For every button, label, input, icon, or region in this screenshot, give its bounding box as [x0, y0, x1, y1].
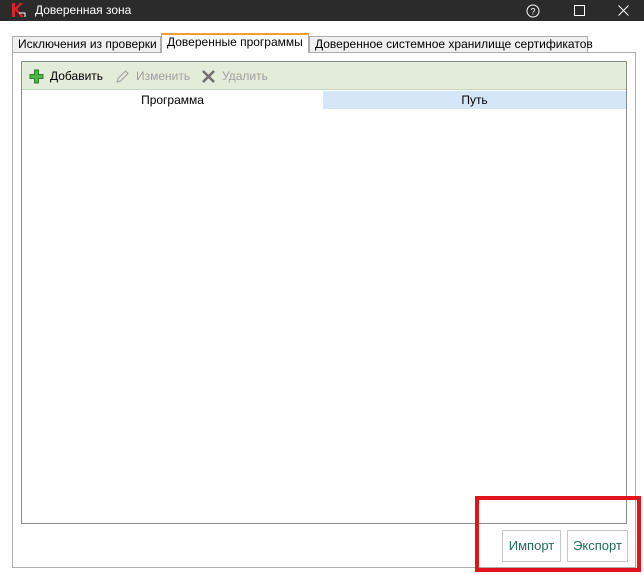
tab-trusted-certificate-store[interactable]: Доверенное системное хранилище сертифика… — [309, 36, 593, 52]
trusted-programs-list[interactable]: Добавить Изменить Удалить Программа Путь — [21, 61, 627, 524]
add-label: Добавить — [50, 69, 104, 83]
tab-scan-exclusions[interactable]: Исключения из проверки — [12, 36, 161, 52]
window-title: Доверенная зона — [35, 3, 132, 17]
add-button[interactable]: Добавить — [29, 67, 103, 85]
title-bar: Доверенная зона ? — [0, 0, 644, 21]
maximize-button[interactable] — [556, 0, 602, 21]
delete-button[interactable]: Удалить — [201, 67, 268, 85]
edit-button[interactable]: Изменить — [115, 67, 190, 85]
help-button[interactable]: ? — [510, 0, 556, 21]
close-button[interactable] — [602, 0, 644, 21]
delete-label: Удалить — [222, 69, 268, 83]
close-icon — [617, 5, 629, 16]
maximize-icon — [573, 5, 585, 16]
pencil-icon — [116, 69, 129, 83]
export-button[interactable]: Экспорт — [567, 530, 628, 562]
add-plus-icon — [29, 69, 44, 83]
svg-text:?: ? — [530, 6, 535, 16]
edit-label: Изменить — [136, 69, 191, 83]
tab-trusted-programs[interactable]: Доверенные программы — [161, 33, 309, 53]
list-toolbar: Добавить Изменить Удалить — [22, 62, 626, 90]
column-header-path[interactable]: Путь — [323, 91, 626, 109]
column-header-program[interactable]: Программа — [22, 91, 323, 109]
kaspersky-logo-icon — [10, 1, 26, 18]
import-button[interactable]: Импорт — [502, 530, 561, 562]
help-circle-icon: ? — [526, 4, 540, 17]
delete-x-icon — [202, 69, 215, 83]
